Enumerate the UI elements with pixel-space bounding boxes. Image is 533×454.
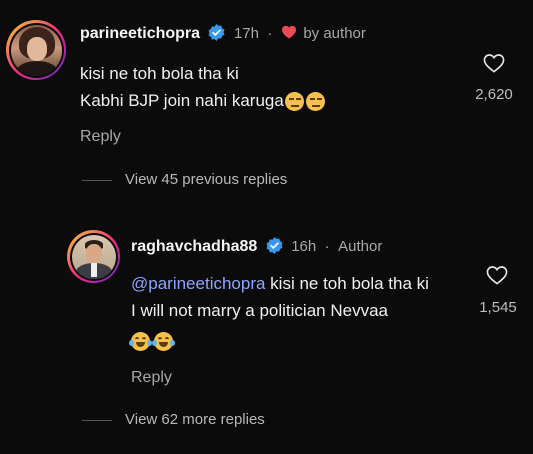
replies-divider (82, 420, 112, 421)
verified-badge-icon (208, 24, 225, 41)
unamused-face-emoji-icon (305, 92, 325, 112)
comment-text-line: kisi ne toh bola tha ki (80, 64, 239, 83)
reply-button[interactable]: Reply (131, 369, 172, 387)
liked-by-author-label: by author (303, 25, 366, 43)
like-count: 1,545 (479, 299, 517, 316)
replies-divider (82, 180, 112, 181)
tears-of-joy-emoji-icon (129, 332, 152, 352)
profile-photo (71, 234, 116, 279)
separator: · (267, 25, 273, 43)
comment-username[interactable]: parineetichopra (80, 25, 200, 42)
separator: · (324, 238, 330, 256)
avatar-raghavchadha88[interactable] (67, 230, 120, 283)
heart-outline-icon[interactable] (486, 265, 508, 285)
view-more-replies-button[interactable]: View 62 more replies (125, 411, 265, 428)
author-label: Author (338, 238, 383, 256)
heart-outline-icon[interactable] (483, 53, 505, 73)
comment-username[interactable]: raghavchadha88 (131, 238, 257, 255)
comment-text-line: I will not marry a politician Nevvaa (131, 301, 388, 320)
reply-button[interactable]: Reply (80, 128, 121, 146)
heart-filled-icon (281, 26, 296, 39)
comment-text-line: kisi ne toh bola tha ki (265, 274, 429, 293)
like-count: 2,620 (475, 86, 513, 103)
avatar-parineetichopra[interactable] (6, 20, 66, 80)
comment-text-line: Kabhi BJP join nahi karuga (80, 91, 284, 110)
comment-time: 17h (233, 25, 259, 43)
profile-photo (10, 24, 62, 76)
unamused-face-emoji-icon (284, 92, 304, 112)
mention-link[interactable]: @parineetichopra (131, 274, 265, 293)
verified-badge-icon (266, 237, 283, 254)
view-previous-replies-button[interactable]: View 45 previous replies (125, 171, 287, 188)
comment-time: 16h (291, 238, 317, 256)
tears-of-joy-emoji-icon (152, 332, 175, 352)
